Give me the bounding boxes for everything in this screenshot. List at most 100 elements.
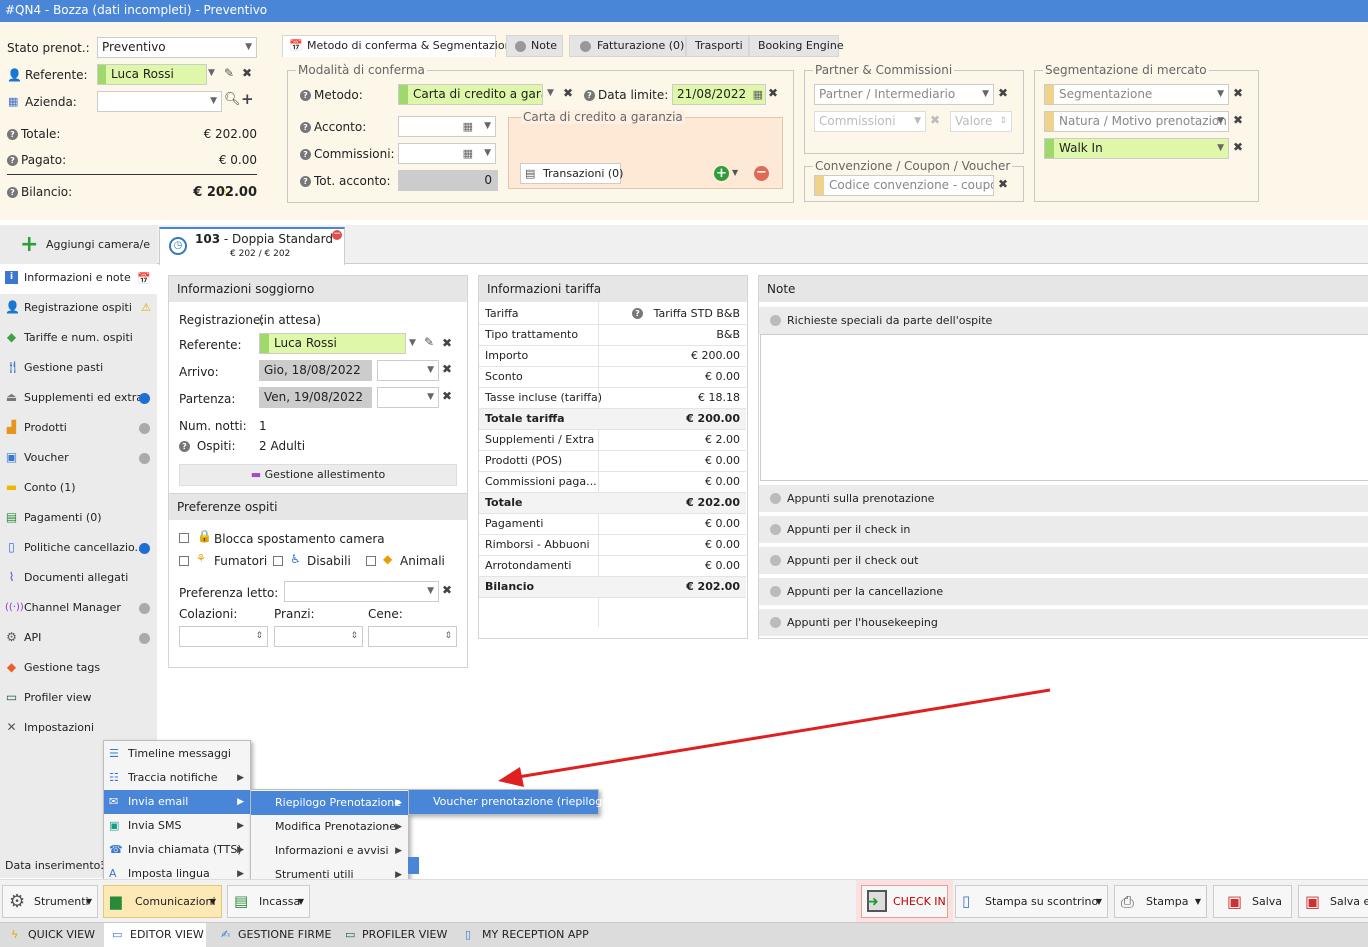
- sidebar-item-conto[interactable]: ▬ Conto (1): [0, 474, 157, 504]
- add-room-button[interactable]: + Aggiungi camera/e: [0, 225, 157, 264]
- sidebar-item-documenti[interactable]: ⌇ Documenti allegati: [0, 564, 157, 594]
- tab-note[interactable]: Note: [506, 35, 563, 57]
- chevron-down-icon[interactable]: ▼: [208, 68, 215, 78]
- quick-view-tab[interactable]: ϟ QUICK VIEW: [6, 923, 95, 947]
- partenza-time-field[interactable]: ▼: [377, 387, 439, 408]
- arrivo-field[interactable]: Gio, 18/08/2022: [259, 360, 372, 381]
- metodo-field[interactable]: Carta di credito a garanz: [398, 84, 543, 105]
- partenza-field[interactable]: Ven, 19/08/2022: [259, 387, 372, 408]
- sidebar-item-tariffe[interactable]: ◆ Tariffe e num. ospiti: [0, 324, 157, 354]
- sidebar-item-profiler[interactable]: ▭ Profiler view: [0, 684, 157, 714]
- strumenti-button[interactable]: ⚙ Strumenti ▼: [2, 885, 98, 918]
- letto-select[interactable]: ▼: [284, 581, 439, 602]
- tab-trasporti[interactable]: Trasporti: [686, 35, 749, 57]
- commissioni-field[interactable]: ▦ ▼: [398, 143, 496, 164]
- tab-fatturazione[interactable]: Fatturazione (0): [569, 35, 686, 57]
- room-tab-103[interactable]: ◷ 103 - Doppia Standard € 202 / € 202 −: [159, 227, 345, 265]
- add-icon[interactable]: +: [714, 166, 729, 181]
- tab-metodo[interactable]: 📅 Metodo di conferma & Segmentazione: [282, 35, 518, 57]
- sidebar-item-channel[interactable]: ((·)) Channel Manager: [0, 594, 157, 624]
- close-icon[interactable]: ✖: [998, 86, 1008, 100]
- close-icon[interactable]: ✖: [242, 66, 252, 80]
- salva-button[interactable]: ▣ Salva: [1213, 885, 1292, 918]
- close-icon[interactable]: ✖: [442, 362, 452, 376]
- sidebar-item-supplementi[interactable]: ⏏ Supplementi ed extra: [0, 384, 157, 414]
- chevron-down-icon[interactable]: ▼: [547, 88, 554, 98]
- animali-checkbox[interactable]: [366, 556, 376, 566]
- sidebar-item-politiche[interactable]: ▯ Politiche cancellazio...: [0, 534, 157, 564]
- blocca-checkbox[interactable]: [179, 533, 189, 543]
- menu-item-modifica[interactable]: Modifica Prenotazione ▶: [251, 815, 408, 839]
- note-section[interactable]: Appunti per la cancellazione: [759, 578, 1368, 605]
- sidebar-item-voucher[interactable]: ▣ Voucher: [0, 444, 157, 474]
- editor-view-tab[interactable]: ▭ EDITOR VIEW: [104, 923, 206, 947]
- sidebar-item-tags[interactable]: ◆ Gestione tags: [0, 654, 157, 684]
- colazioni-stepper[interactable]: ⇕: [179, 626, 268, 647]
- menu-item-chiamata[interactable]: ☎ Invia chiamata (TTS) ▶: [104, 838, 250, 862]
- gestione-firme-tab[interactable]: ✍ GESTIONE FIRME: [216, 923, 331, 947]
- tab-booking-engine[interactable]: Booking Engine: [749, 35, 844, 57]
- close-room-icon[interactable]: −: [332, 230, 342, 240]
- segmentazione-field[interactable]: Segmentazione ▼: [1044, 84, 1229, 105]
- chevron-down-icon[interactable]: ▼: [732, 168, 738, 177]
- walk-in-field[interactable]: Walk In ▼: [1044, 138, 1229, 159]
- stampa-scontrino-button[interactable]: ▯ Stampa su scontrino ▼: [955, 885, 1108, 918]
- salva-e-button[interactable]: ▣ Salva e: [1298, 885, 1368, 918]
- natura-field[interactable]: Natura / Motivo prenotazion ▼: [1044, 111, 1229, 132]
- comunicazioni-button[interactable]: ▆ Comunicazioni ▼: [103, 885, 222, 918]
- close-icon[interactable]: ✖: [442, 389, 452, 403]
- note-section[interactable]: Appunti sulla prenotazione: [759, 485, 1368, 512]
- close-icon[interactable]: ✖: [998, 177, 1008, 191]
- transazioni-button[interactable]: ▤ Transazioni (0): [520, 163, 623, 184]
- close-icon[interactable]: ✖: [442, 583, 452, 597]
- cene-stepper[interactable]: ⇕: [368, 626, 457, 647]
- richieste-textarea[interactable]: [760, 334, 1368, 481]
- allestimento-button[interactable]: ▬ Gestione allestimento: [179, 464, 457, 486]
- menu-item-riepilogo[interactable]: Riepilogo Prenotazione ▶: [251, 791, 408, 815]
- menu-item-invia-sms[interactable]: ▣ Invia SMS ▶: [104, 814, 250, 838]
- close-icon[interactable]: ✖: [1233, 113, 1243, 127]
- sidebar-item-registrazione[interactable]: 👤 Registrazione ospiti ⚠: [0, 294, 157, 324]
- note-section[interactable]: Richieste speciali da parte dell'ospite: [759, 307, 1368, 334]
- close-icon[interactable]: ✖: [563, 86, 573, 100]
- checkin-button[interactable]: ➜ CHECK IN: [861, 885, 948, 918]
- menu-item-voucher-prenotazione[interactable]: Voucher prenotazione (riepilogo): [409, 790, 613, 814]
- note-section[interactable]: Appunti per l'housekeeping: [759, 609, 1368, 636]
- stampa-button[interactable]: ⎙ Stampa ▼: [1114, 885, 1207, 918]
- disabili-checkbox[interactable]: [273, 556, 283, 566]
- close-icon[interactable]: ✖: [768, 86, 778, 100]
- menu-item-invia-email[interactable]: ✉ Invia email ▶: [104, 790, 250, 814]
- fumatori-checkbox[interactable]: [179, 556, 189, 566]
- menu-item-traccia[interactable]: ☷ Traccia notifiche ▶: [104, 766, 250, 790]
- azienda-field[interactable]: ▼: [97, 91, 222, 112]
- close-icon[interactable]: ✖: [442, 336, 452, 350]
- pencil-icon[interactable]: ✎: [224, 66, 234, 80]
- referente-field[interactable]: Luca Rossi: [259, 333, 406, 354]
- stato-select[interactable]: Preventivo ▼: [97, 37, 257, 58]
- sidebar-item-informazioni[interactable]: i Informazioni e note 📅: [0, 264, 157, 294]
- chevron-down-icon[interactable]: ▼: [409, 338, 416, 348]
- search-icon[interactable]: 🔍︎: [224, 92, 241, 107]
- close-icon[interactable]: ✖: [1233, 140, 1243, 154]
- intermediario-field[interactable]: Partner / Intermediario ▼: [814, 84, 994, 105]
- pencil-icon[interactable]: ✎: [424, 335, 434, 349]
- acconto-field[interactable]: ▦ ▼: [398, 116, 496, 137]
- sidebar-item-api[interactable]: ⚙ API: [0, 624, 157, 654]
- sidebar-item-pagamenti[interactable]: ▤ Pagamenti (0): [0, 504, 157, 534]
- plus-icon[interactable]: +: [241, 90, 254, 108]
- sidebar-item-pasti[interactable]: 🍴︎ Gestione pasti: [0, 354, 157, 384]
- codice-convenzione-field[interactable]: Codice convenzione - coupon: [814, 175, 994, 196]
- incassa-button[interactable]: ▤ Incassa ▼: [227, 885, 310, 918]
- reception-app-tab[interactable]: ▯ MY RECEPTION APP: [460, 923, 589, 947]
- data-limite-field[interactable]: 21/08/2022 ▦: [672, 84, 766, 105]
- profiler-view-tab[interactable]: ▭ PROFILER VIEW: [340, 923, 447, 947]
- sidebar-item-prodotti[interactable]: ▟ Prodotti: [0, 414, 157, 444]
- referente-field[interactable]: Luca Rossi: [97, 64, 207, 85]
- note-section[interactable]: Appunti per il check in: [759, 516, 1368, 543]
- pranzi-stepper[interactable]: ⇕: [274, 626, 363, 647]
- arrivo-time-field[interactable]: ▼: [377, 360, 439, 381]
- menu-item-informazioni-avvisi[interactable]: Informazioni e avvisi ▶: [251, 839, 408, 863]
- remove-icon[interactable]: −: [754, 166, 769, 181]
- note-section[interactable]: Appunti per il check out: [759, 547, 1368, 574]
- menu-item-timeline[interactable]: ☰ Timeline messaggi: [104, 742, 250, 766]
